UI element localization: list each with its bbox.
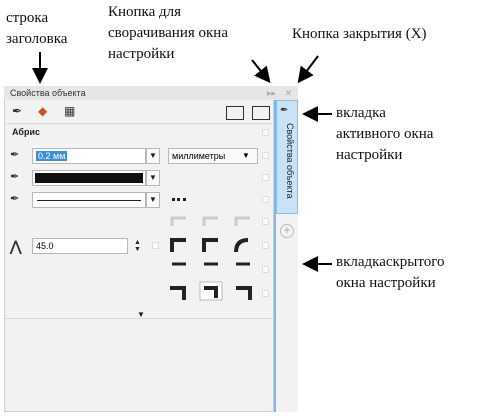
fill-bucket-icon[interactable]: ◆ bbox=[38, 104, 47, 118]
line-dots-icon[interactable] bbox=[172, 198, 186, 201]
vertical-tab-label: Свойства объекта bbox=[285, 123, 295, 199]
line-style-icon: ✒ bbox=[10, 193, 20, 205]
chevron-down-icon[interactable]: ▼ bbox=[146, 148, 160, 164]
checkbox[interactable] bbox=[152, 242, 159, 249]
add-docker-icon[interactable]: + bbox=[280, 224, 294, 238]
section-title-outline: Абрис bbox=[12, 127, 40, 137]
outline-width-field[interactable]: 0.2 мм bbox=[32, 148, 146, 164]
color-chevron-down-icon[interactable]: ▼ bbox=[146, 170, 160, 186]
window-eye-icon[interactable] bbox=[252, 106, 270, 120]
checkbox[interactable] bbox=[262, 242, 269, 249]
miter-spinner[interactable]: ▲ ▼ bbox=[134, 239, 141, 253]
checkbox[interactable] bbox=[262, 290, 269, 297]
window-icon[interactable] bbox=[226, 106, 244, 120]
toolbar-divider bbox=[6, 123, 272, 124]
faded-corners bbox=[170, 216, 250, 226]
outline-pen-icon: ✒ bbox=[280, 105, 289, 116]
checkbox[interactable] bbox=[262, 266, 269, 273]
miter-limit-field[interactable]: 45.0 bbox=[32, 238, 128, 254]
arrow-collapse bbox=[251, 59, 271, 84]
double-chevron-right-icon[interactable]: ▸▸ bbox=[267, 88, 276, 98]
docker-title: Свойства объекта bbox=[10, 88, 86, 98]
docker-title-bar[interactable]: Свойства объекта ▸▸ ✕ bbox=[4, 86, 298, 100]
transparency-checker-icon[interactable]: ▦ bbox=[64, 104, 75, 118]
outline-pen-icon[interactable]: ✒ bbox=[12, 104, 22, 118]
checkbox[interactable] bbox=[262, 218, 269, 225]
line-style-chevron-down-icon[interactable]: ▼ bbox=[146, 192, 160, 208]
checkbox[interactable] bbox=[262, 174, 269, 181]
checkbox[interactable] bbox=[262, 196, 269, 203]
checkbox[interactable] bbox=[262, 129, 269, 136]
active-docker-tab[interactable]: ✒ Свойства объекта bbox=[276, 100, 298, 214]
line-style-field[interactable] bbox=[32, 192, 146, 208]
outline-color-icon: ✒ bbox=[10, 171, 20, 183]
checkbox[interactable] bbox=[262, 152, 269, 159]
footer-divider bbox=[5, 318, 273, 319]
miter-limit-icon: ⋀ bbox=[10, 238, 22, 254]
corner-style-icons[interactable] bbox=[168, 236, 268, 302]
color-swatch bbox=[35, 173, 143, 183]
arrow-close bbox=[297, 55, 319, 84]
close-x-icon[interactable]: ✕ bbox=[284, 88, 292, 98]
outline-width-icon: ✒ bbox=[10, 149, 20, 161]
units-chevron-down-icon[interactable]: ▼ bbox=[242, 151, 250, 160]
outline-color-field[interactable] bbox=[32, 170, 146, 186]
